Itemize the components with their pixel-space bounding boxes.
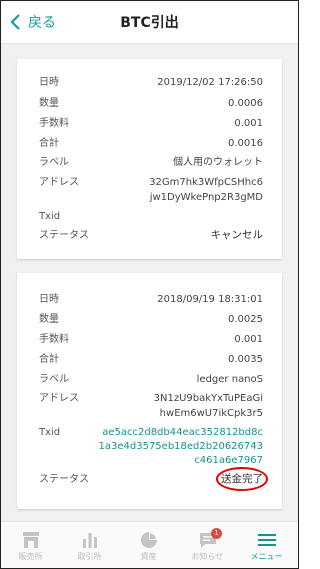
wallet-label-value: 個人用のウォレット bbox=[173, 157, 263, 168]
bottom-tab-bar: 販売所 取引所 資産 1 お知らせ メニュー bbox=[1, 521, 298, 568]
detail-label: Txid bbox=[39, 427, 61, 438]
detail-label: ラベル bbox=[39, 374, 69, 385]
tab-label: 販売所 bbox=[18, 552, 43, 561]
tab-label: 取引所 bbox=[77, 552, 102, 561]
detail-label: 手数料 bbox=[39, 334, 69, 345]
status-value: 送金完了 bbox=[216, 467, 268, 491]
bar-chart-icon bbox=[82, 533, 97, 548]
page-title: BTC引出 bbox=[120, 15, 179, 31]
tab-label: メニュー bbox=[250, 552, 283, 561]
tab-exchange[interactable]: 取引所 bbox=[60, 522, 119, 568]
shop-icon bbox=[22, 532, 39, 548]
detail-label: 手数料 bbox=[39, 118, 69, 129]
detail-label: 合計 bbox=[39, 354, 59, 365]
detail-label: 日時 bbox=[39, 77, 59, 88]
address-value-line: jw1DyWkePnp2R3gMD bbox=[149, 192, 263, 203]
app-frame: 戻る BTC引出 日時 2019/12/02 17:26:50 数量 0.000… bbox=[0, 0, 299, 569]
amount-value: 0.0025 bbox=[228, 314, 263, 325]
detail-label: アドレス bbox=[39, 393, 79, 404]
detail-label: アドレス bbox=[39, 177, 79, 188]
withdrawal-card: 日時 2019/12/02 17:26:50 数量 0.0006 手数料 0.0… bbox=[17, 59, 282, 259]
address-value-line: 32Gm7hk3WfpCSHhc6 bbox=[149, 177, 263, 188]
notification-badge: 1 bbox=[211, 528, 222, 539]
total-value: 0.0035 bbox=[228, 354, 263, 365]
wallet-label-value: ledger nanoS bbox=[196, 374, 263, 385]
total-value: 0.0016 bbox=[228, 138, 263, 149]
app-header: 戻る BTC引出 bbox=[1, 1, 298, 44]
detail-label: 日時 bbox=[39, 294, 59, 305]
detail-label: ステータス bbox=[39, 474, 89, 485]
tab-label: 資産 bbox=[140, 552, 157, 561]
withdrawal-card: 日時 2018/09/19 18:31:01 数量 0.0025 手数料 0.0… bbox=[17, 273, 282, 509]
detail-label: ラベル bbox=[39, 157, 69, 168]
detail-label: 数量 bbox=[39, 314, 59, 325]
txid-link-line[interactable]: ae5acc2d8db44eac352812bd8c bbox=[102, 426, 263, 439]
status-value: キャンセル bbox=[210, 229, 264, 241]
detail-label: 合計 bbox=[39, 138, 59, 149]
tab-assets[interactable]: 資産 bbox=[119, 522, 178, 568]
pie-chart-icon bbox=[140, 532, 157, 548]
datetime-value: 2019/12/02 17:26:50 bbox=[157, 77, 263, 88]
tab-menu[interactable]: メニュー bbox=[237, 522, 296, 568]
detail-label: 数量 bbox=[39, 98, 59, 109]
fee-value: 0.001 bbox=[234, 334, 263, 345]
amount-value: 0.0006 bbox=[228, 98, 263, 109]
status-text: 送金完了 bbox=[221, 472, 263, 485]
menu-icon bbox=[257, 534, 276, 546]
tab-label: お知らせ bbox=[191, 552, 224, 561]
datetime-value: 2018/09/19 18:31:01 bbox=[157, 294, 263, 305]
detail-label: Txid bbox=[39, 211, 61, 222]
tab-news[interactable]: 1 お知らせ bbox=[178, 522, 237, 568]
tab-shop[interactable]: 販売所 bbox=[1, 522, 60, 568]
address-value-line: hwEm6wU7ikCpk3r5 bbox=[159, 408, 263, 419]
address-value-line: 3N1zU9bakYxTuPEaGi bbox=[153, 393, 263, 404]
detail-label: ステータス bbox=[39, 230, 89, 241]
txid-link-line[interactable]: c461a6e7967 bbox=[194, 454, 263, 467]
fee-value: 0.001 bbox=[234, 118, 263, 129]
txid-link-line[interactable]: 1a3e4d3575eb18ed2b20626743 bbox=[99, 440, 264, 453]
